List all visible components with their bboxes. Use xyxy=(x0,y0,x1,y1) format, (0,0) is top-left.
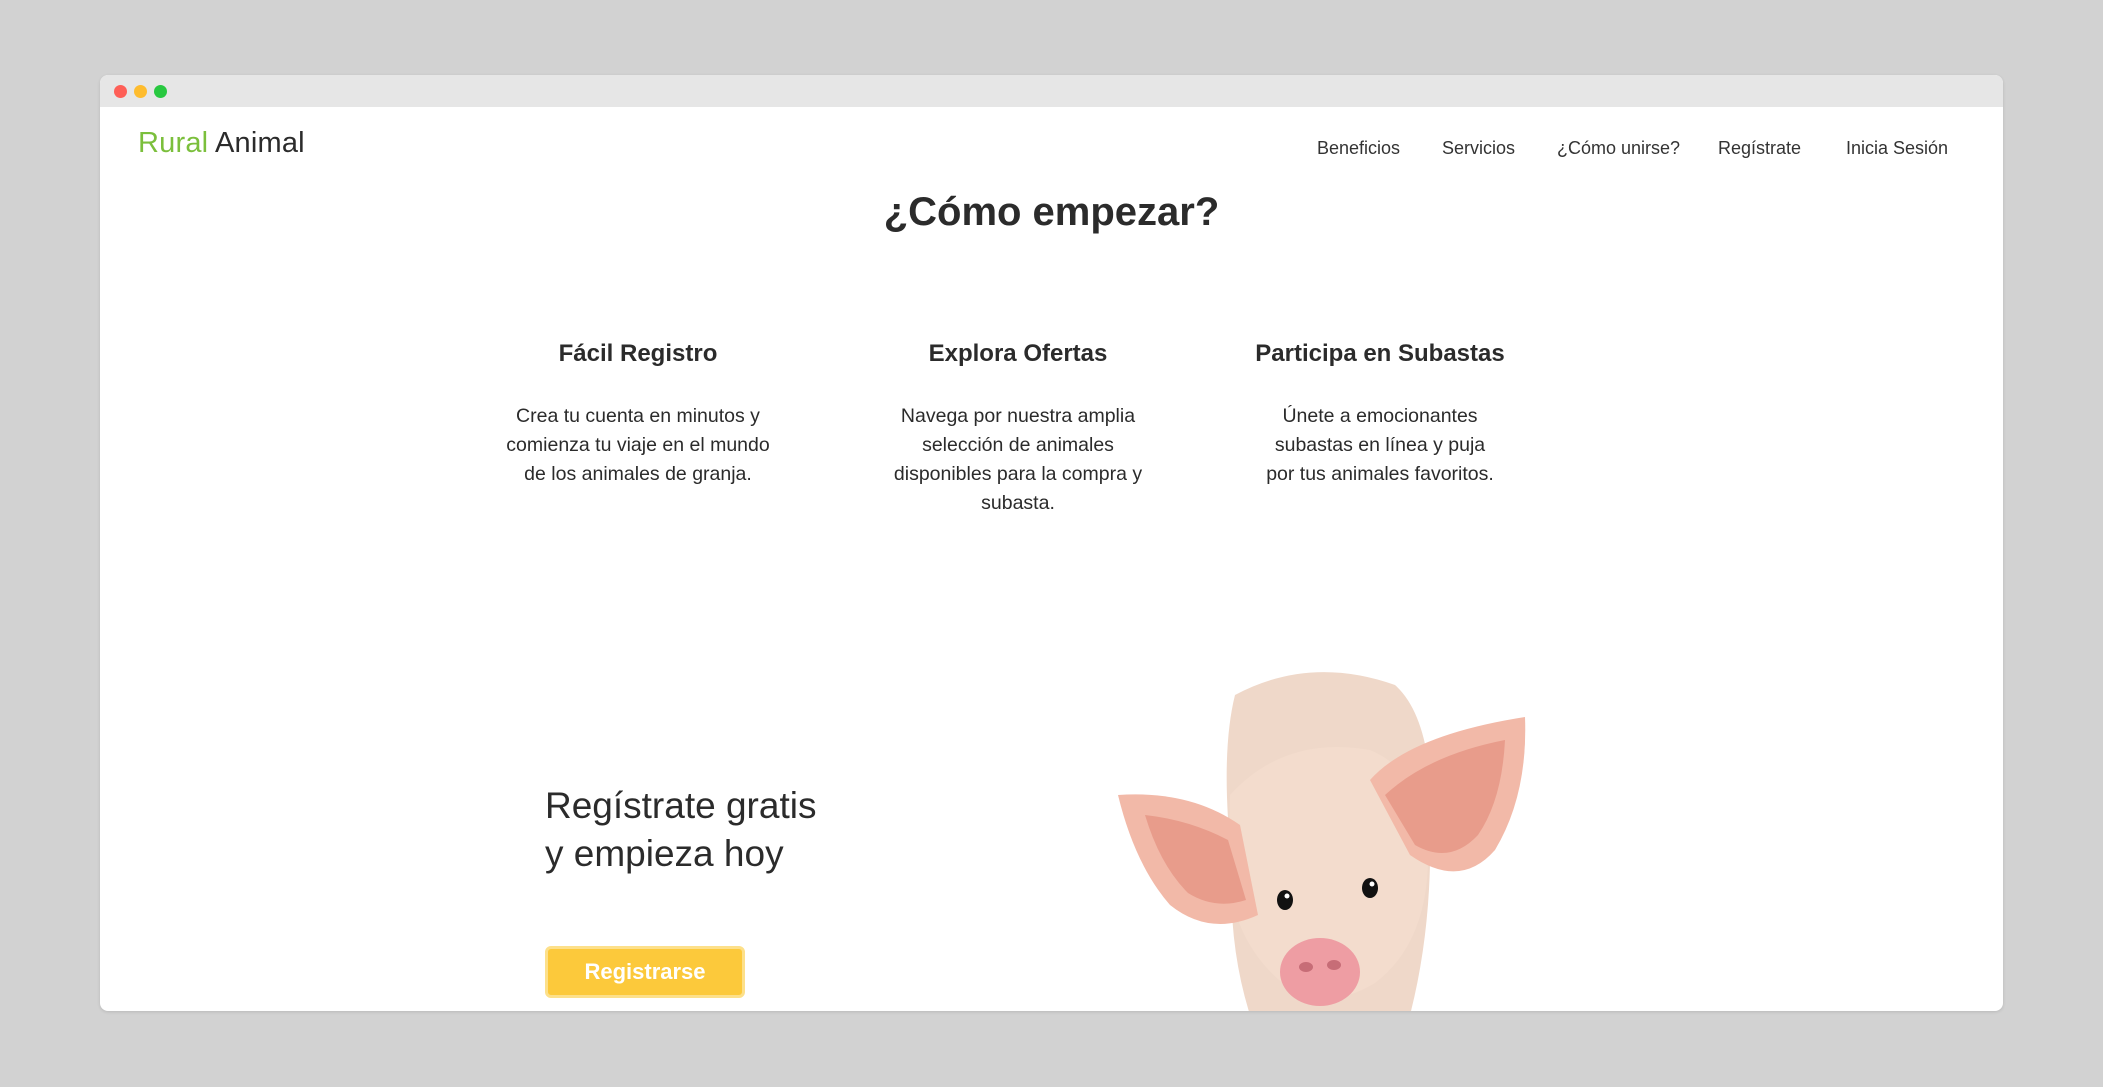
nav-item-inicia-sesion[interactable]: Inicia Sesión xyxy=(1846,138,1948,159)
register-button[interactable]: Registrarse xyxy=(545,946,745,998)
feature-description: Navega por nuestra amplia selección de a… xyxy=(893,405,1143,514)
nav-item-servicios[interactable]: Servicios xyxy=(1442,138,1515,159)
feature-title: Explora Ofertas xyxy=(928,340,1108,367)
feature-title: Participa en Subastas xyxy=(1255,340,1505,367)
nav-item-registrate[interactable]: Regístrate xyxy=(1718,138,1801,159)
cta-heading: Regístrate gratis y empieza hoy xyxy=(545,785,817,874)
feature-description: Crea tu cuenta en minutos y comienza tu … xyxy=(506,405,770,485)
close-window-button[interactable] xyxy=(114,85,127,98)
feature-card: Participa en Subastas Únete a emocionant… xyxy=(1230,340,1530,489)
main-nav: Beneficios Servicios ¿Cómo unirse? Regís… xyxy=(100,138,2003,162)
section-title: ¿Cómo empezar? xyxy=(883,190,1220,234)
feature-card: Explora Ofertas Navega por nuestra ampli… xyxy=(868,340,1168,518)
minimize-window-button[interactable] xyxy=(134,85,147,98)
feature-description: Únete a emocionantes subastas en línea y… xyxy=(1266,405,1494,485)
window-titlebar xyxy=(100,75,2003,107)
nav-item-como-unirse[interactable]: ¿Cómo unirse? xyxy=(1557,138,1680,159)
feature-card: Fácil Registro Crea tu cuenta en minutos… xyxy=(488,340,788,489)
feature-title: Fácil Registro xyxy=(558,340,718,367)
pig-image xyxy=(1118,672,1526,1011)
browser-window: Rural Animal Beneficios Servicios ¿Cómo … xyxy=(100,75,2003,1011)
nav-item-beneficios[interactable]: Beneficios xyxy=(1317,138,1400,159)
maximize-window-button[interactable] xyxy=(154,85,167,98)
